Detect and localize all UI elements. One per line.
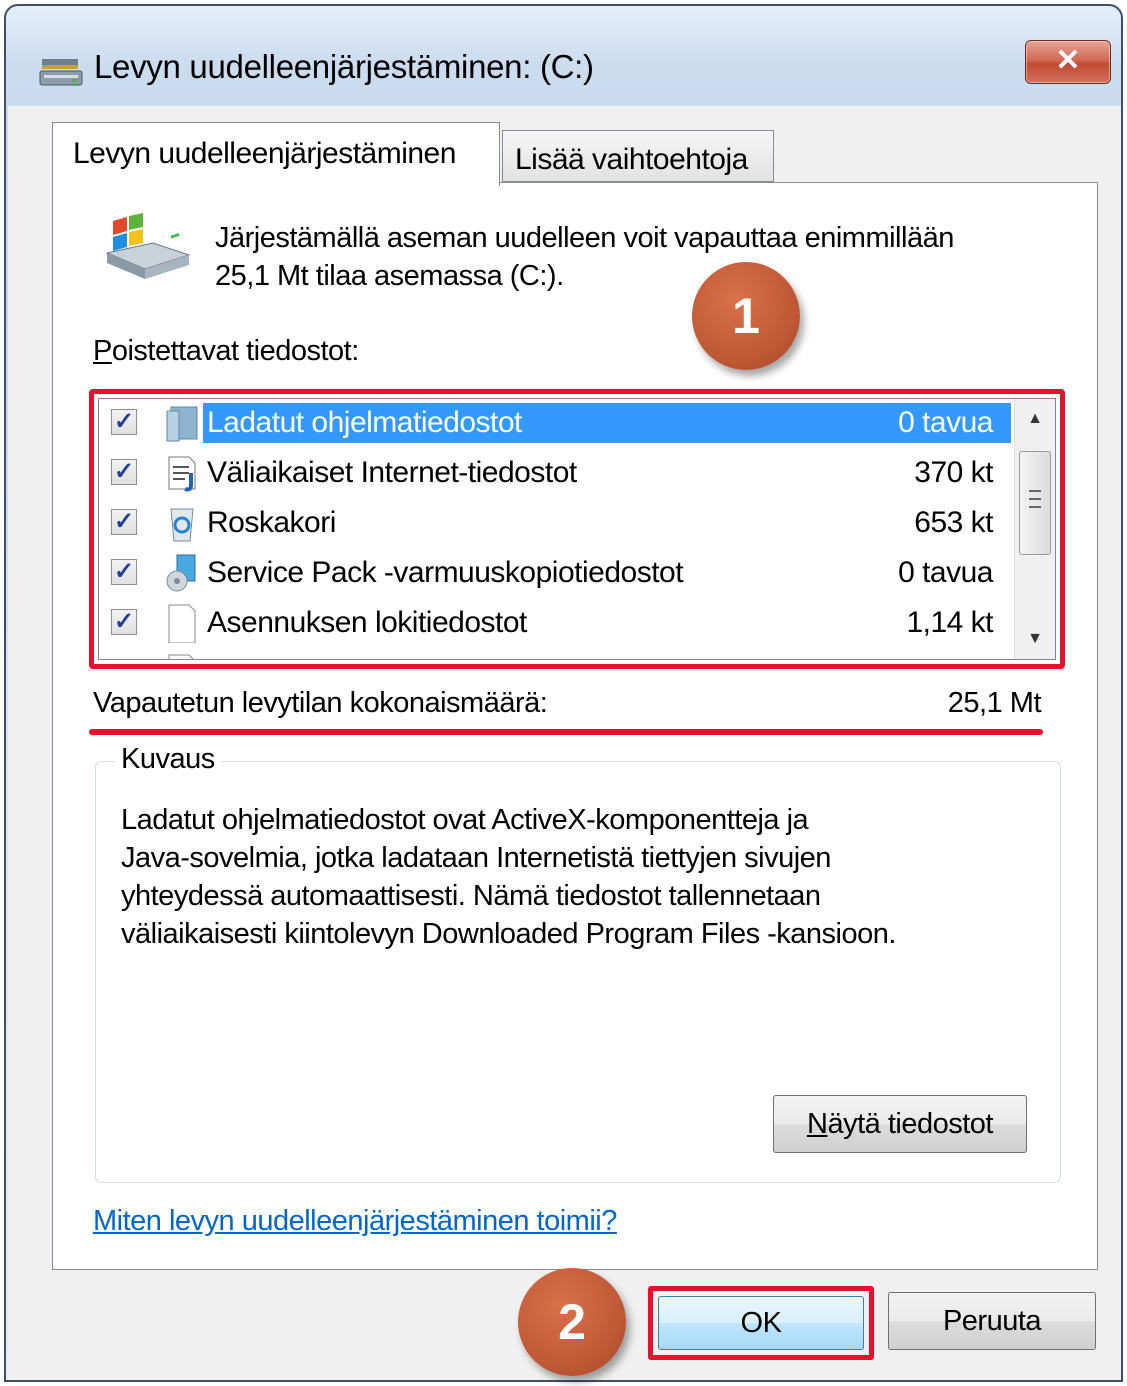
list-item[interactable]: ✓ Service Pack -varmuuskopiotiedostot 0 … xyxy=(99,553,1011,601)
cancel-button[interactable]: Peruuta xyxy=(888,1292,1096,1350)
files-to-delete-label: Poistettavat tiedostot: xyxy=(93,335,359,368)
intro-line: Järjestämällä aseman uudelleen voit vapa… xyxy=(215,222,954,254)
highlight-underline xyxy=(89,729,1043,735)
step-badge-1: 1 xyxy=(692,262,800,370)
item-name: Service Pack -varmuuskopiotiedostot xyxy=(207,556,684,589)
access-key: P xyxy=(93,335,112,367)
dialog-client-area: Levyn uudelleenjärjestäminen Lisää vaiht… xyxy=(8,106,1121,1380)
step-badge-2: 2 xyxy=(518,1268,626,1376)
list-item[interactable]: ✓ Väliaikaiset Internet-tiedostot 370 kt xyxy=(99,453,1011,501)
description-line: yhteydessä automaattisesti. Nämä tiedost… xyxy=(121,880,821,912)
total-space-label: Vapautetun levytilan kokonaismäärä: xyxy=(93,687,548,719)
item-size: 370 kt xyxy=(914,456,993,489)
item-name: Asennuksen lokitiedostot xyxy=(207,606,527,639)
checkbox[interactable]: ✓ xyxy=(111,459,137,485)
title-bar[interactable]: Levyn uudelleenjärjestäminen: (C:) ✕ xyxy=(6,6,1121,106)
description-line: Java-sovelmia, jotka ladataan Internetis… xyxy=(121,842,831,874)
scroll-down-arrow-icon[interactable]: ▼ xyxy=(1017,621,1053,657)
tab-label: Lisää vaihtoehtoja xyxy=(515,143,748,176)
files-to-delete-list[interactable]: ✓ Ladatut ohjelmatiedostot 0 tavua ✓ Väl… xyxy=(89,389,1065,669)
checkbox[interactable]: ✓ xyxy=(111,409,137,435)
scrollbar-thumb[interactable] xyxy=(1019,451,1051,555)
internet-file-icon xyxy=(168,456,196,492)
ok-button[interactable]: OK xyxy=(658,1296,864,1350)
scroll-up-arrow-icon[interactable]: ▲ xyxy=(1017,401,1053,437)
access-key: N xyxy=(807,1108,828,1140)
tab-panel: Järjestämällä aseman uudelleen voit vapa… xyxy=(52,182,1098,1270)
disk-cleanup-icon xyxy=(39,59,83,86)
folder-icon xyxy=(166,406,198,442)
description-title: Kuvaus xyxy=(115,743,221,776)
description-line: väliaikaisesti kiintolevyn Downloaded Pr… xyxy=(121,918,896,950)
help-link[interactable]: Miten levyn uudelleenjärjestäminen toimi… xyxy=(93,1205,617,1238)
checkbox[interactable] xyxy=(111,659,137,660)
checkbox[interactable]: ✓ xyxy=(111,509,137,535)
intro-text: Järjestämällä aseman uudelleen voit vapa… xyxy=(215,219,1055,295)
list-inner: ✓ Ladatut ohjelmatiedostot 0 tavua ✓ Väl… xyxy=(98,398,1056,660)
total-space-value: 25,1 Mt xyxy=(947,687,1042,719)
view-files-button[interactable]: Näytä tiedostot xyxy=(773,1095,1027,1153)
description-text: Ladatut ohjelmatiedostot ovat ActiveX-ko… xyxy=(121,801,1021,953)
item-name: Väliaikaiset Internet-tiedostot xyxy=(207,456,577,489)
item-name: Roskakori xyxy=(207,506,336,539)
file-icon xyxy=(168,654,194,659)
files-label-text: oistettavat tiedostot: xyxy=(111,335,359,367)
window-title: Levyn uudelleenjärjestäminen: (C:) xyxy=(94,48,594,85)
disk-cleanup-dialog: Levyn uudelleenjärjestäminen: (C:) ✕ Lev… xyxy=(4,4,1123,1382)
item-size: 0 tavua xyxy=(898,406,993,439)
tab-more-options[interactable]: Lisää vaihtoehtoja xyxy=(502,130,774,182)
checkbox[interactable]: ✓ xyxy=(111,559,137,585)
list-item[interactable]: ✓ Roskakori 653 kt xyxy=(99,503,1011,551)
drive-cleanup-icon xyxy=(105,213,191,279)
tab-disk-cleanup[interactable]: Levyn uudelleenjärjestäminen xyxy=(52,122,500,186)
description-line: Ladatut ohjelmatiedostot ovat ActiveX-ko… xyxy=(121,804,809,836)
list-item[interactable]: ✓ Asennuksen lokitiedostot 1,14 kt xyxy=(99,603,1011,651)
service-pack-icon xyxy=(166,554,196,592)
checkbox[interactable]: ✓ xyxy=(111,609,137,635)
item-name: Ladatut ohjelmatiedostot xyxy=(207,406,522,439)
button-label: äytä tiedostot xyxy=(827,1108,993,1140)
file-icon xyxy=(168,604,196,643)
tab-label: Levyn uudelleenjärjestäminen xyxy=(73,137,456,170)
close-icon: ✕ xyxy=(1055,44,1081,77)
item-size: 0 tavua xyxy=(898,556,993,589)
vertical-scrollbar[interactable]: ▲ ▼ xyxy=(1014,399,1055,659)
close-button[interactable]: ✕ xyxy=(1025,40,1111,84)
list-item-partial[interactable] xyxy=(99,653,1011,660)
intro-line: 25,1 Mt tilaa asemassa (C:). xyxy=(215,260,564,292)
item-size: 1,14 kt xyxy=(906,606,993,639)
recycle-bin-icon xyxy=(170,508,194,542)
list-item[interactable]: ✓ Ladatut ohjelmatiedostot 0 tavua xyxy=(99,403,1011,451)
item-size: 653 kt xyxy=(914,506,993,539)
